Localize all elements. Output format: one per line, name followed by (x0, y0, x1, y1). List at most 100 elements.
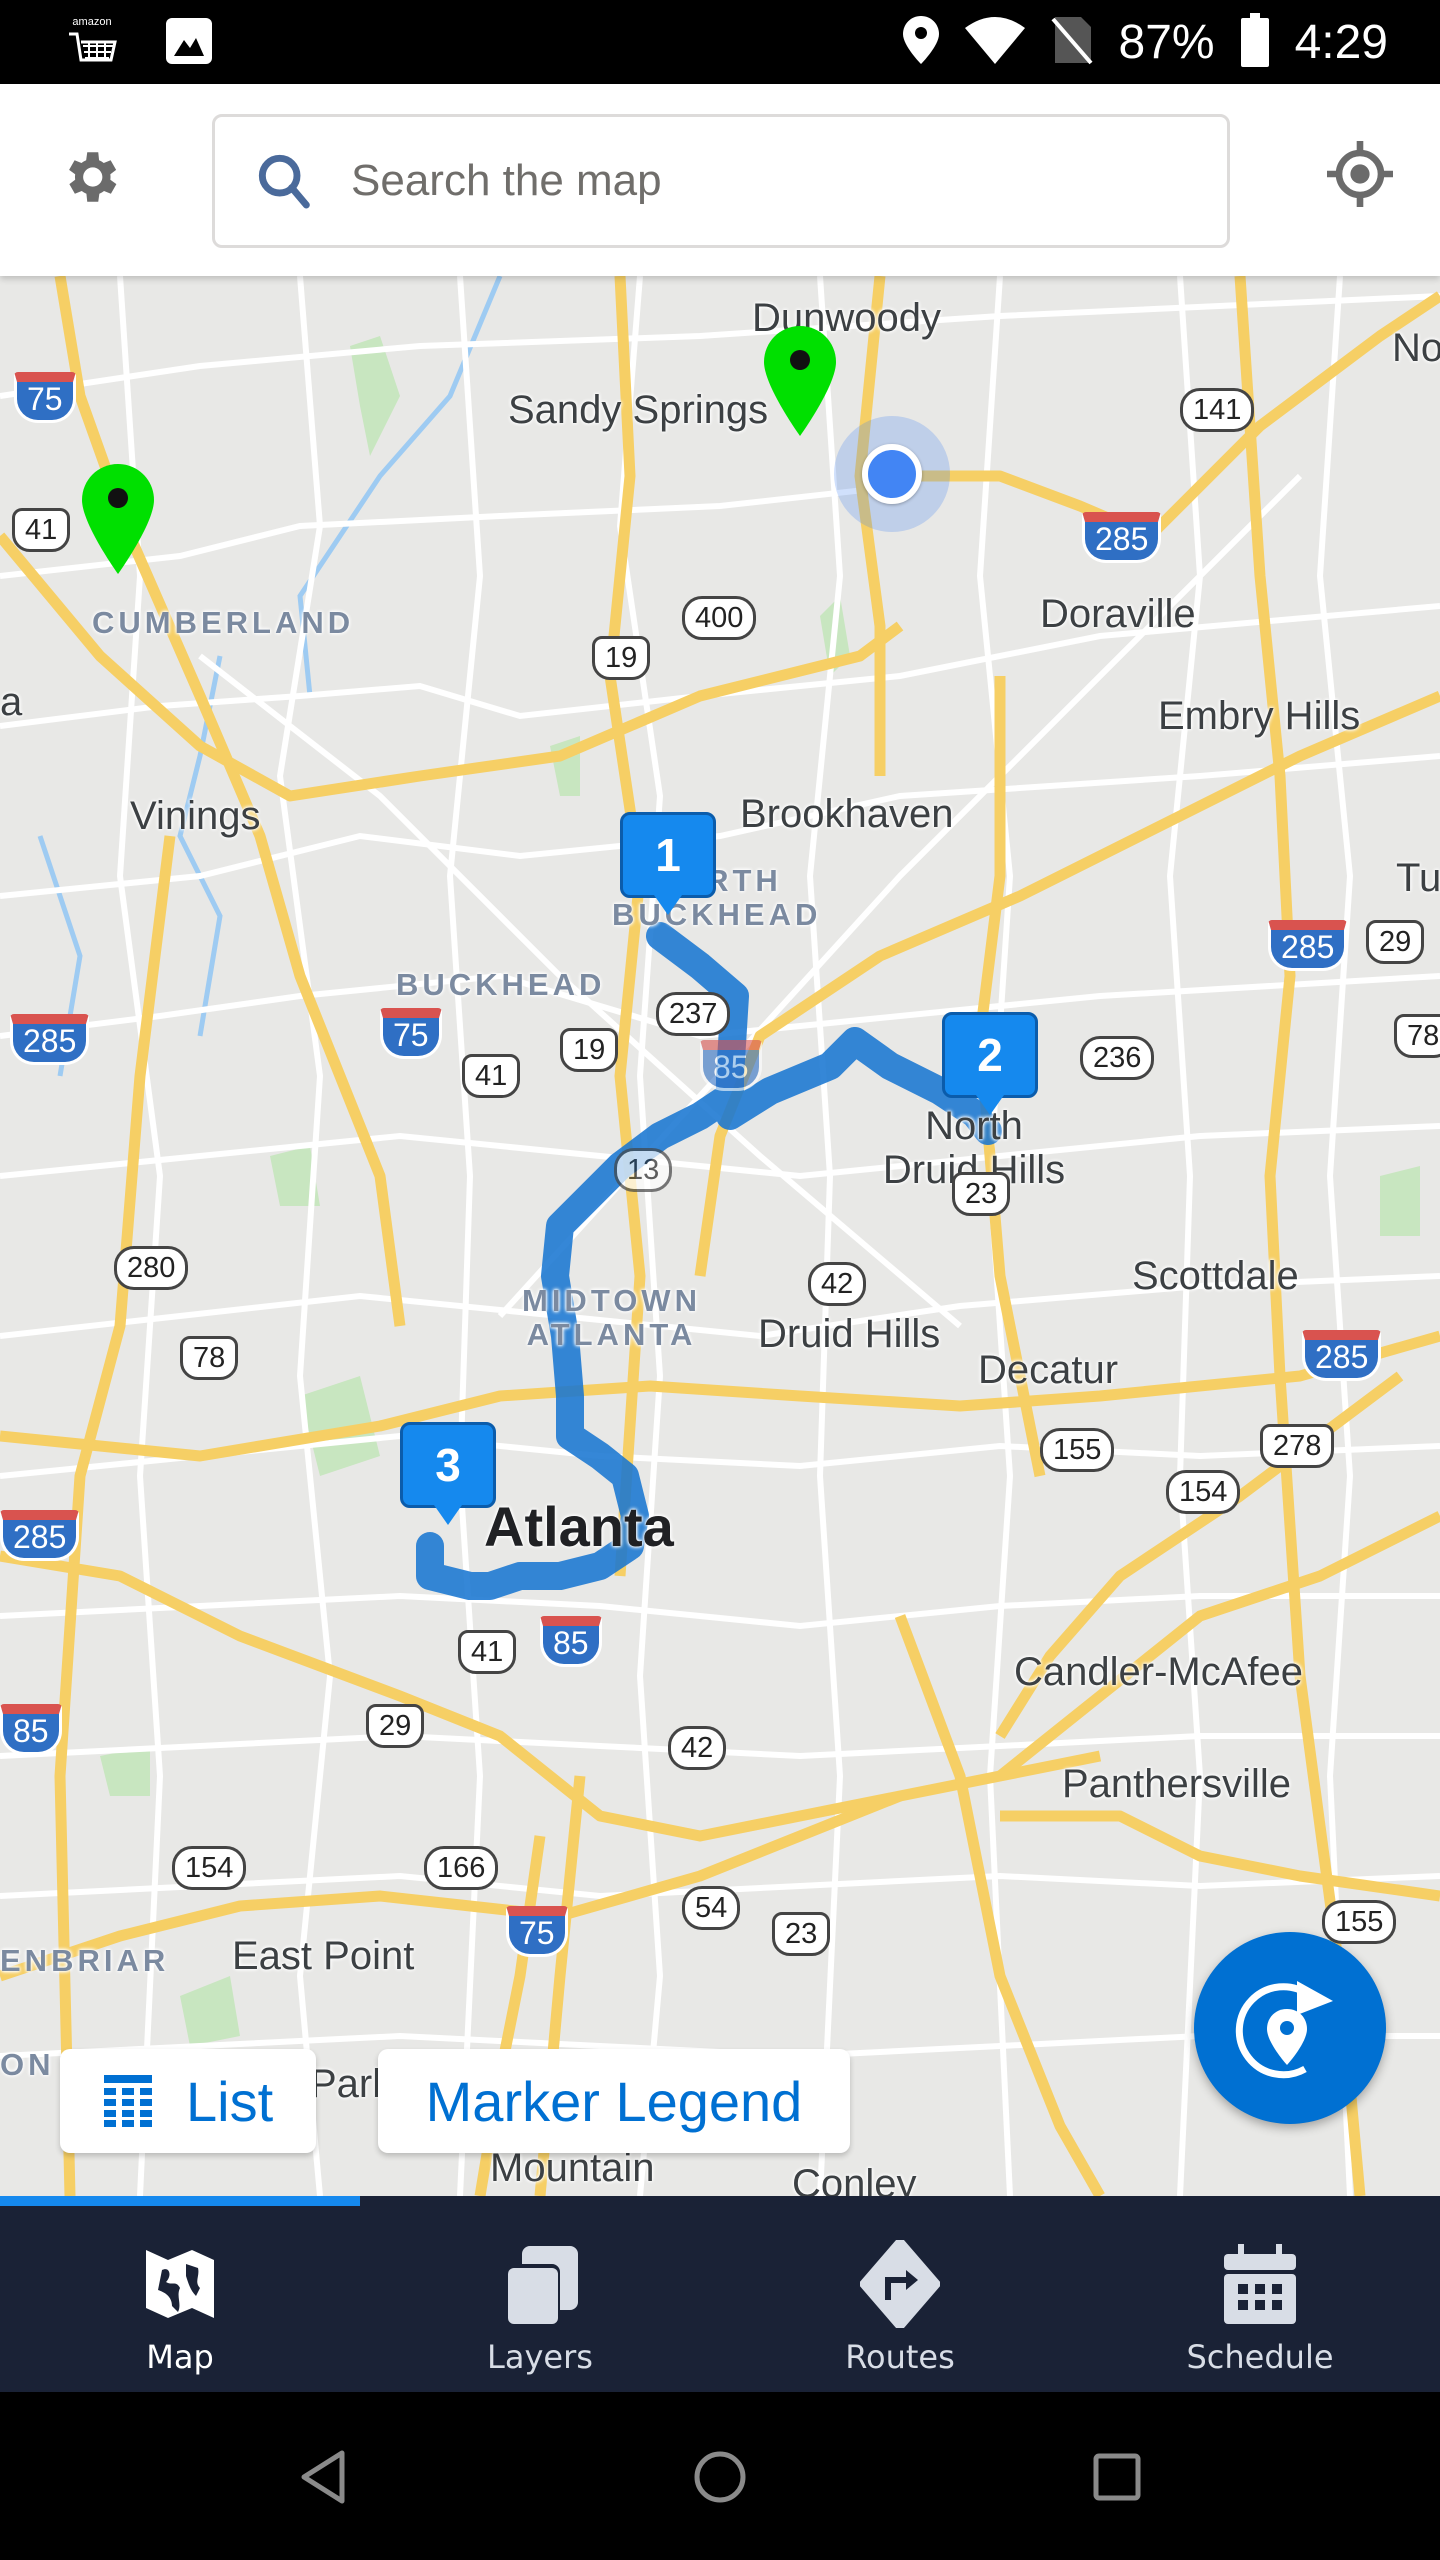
label-east-point: East Point (232, 1934, 415, 1978)
label-panthersville: Panthersville (1062, 1762, 1292, 1806)
shield-ga154: 154 (172, 1846, 247, 1890)
search-icon (258, 154, 310, 209)
label-norcross-edge: No (1392, 326, 1440, 370)
label-midtown-atlanta: MIDTOWN ATLANTA (522, 1283, 701, 1352)
shield-ga13: 13 (614, 1148, 673, 1192)
shield-ga141: 141 (1180, 388, 1255, 432)
label-vinings: Vinings (130, 794, 261, 838)
back-icon (301, 2450, 345, 2504)
shield-ga236: 236 (1080, 1036, 1155, 1080)
shield-us41: 41 (458, 1630, 517, 1674)
shield-us278: 278 (1260, 1424, 1335, 1468)
shield-ga154: 154 (1166, 1470, 1241, 1514)
shield-i85: 85 (700, 1040, 762, 1091)
label-cumberland: CUMBERLAND (92, 605, 355, 640)
tab-label: Layers (487, 2338, 593, 2376)
route-location-refresh-icon (1235, 1981, 1333, 2079)
label-glenbriar: ENBRIAR (0, 1943, 170, 1978)
clock: 4:29 (1294, 15, 1388, 69)
label-druid-hills: Druid Hills (758, 1312, 941, 1356)
tab-map[interactable]: Map (0, 2206, 360, 2392)
active-tab-indicator (0, 2196, 360, 2206)
route-marker-3[interactable]: 3 (400, 1422, 496, 1534)
system-nav-bar (0, 2392, 1440, 2560)
route-marker-number: 1 (620, 812, 716, 898)
label-sandy-springs: Sandy Springs (508, 388, 769, 432)
location-icon (902, 16, 939, 68)
marker-legend-button[interactable]: Marker Legend (378, 2049, 850, 2153)
shield-ga155: 155 (1040, 1428, 1115, 1472)
route-marker-1[interactable]: 1 (620, 812, 716, 924)
locate-me-button[interactable] (1320, 134, 1400, 214)
recents-icon (1093, 2453, 1141, 2501)
search-input[interactable] (351, 156, 1151, 206)
shield-us41: 41 (12, 508, 71, 552)
label-atlanta: Atlanta (484, 1495, 674, 1558)
shield-us78: 78 (180, 1336, 239, 1380)
tab-routes[interactable]: Routes (720, 2206, 1080, 2392)
shield-i285: 285 (0, 1510, 80, 1561)
optimize-route-button[interactable] (1194, 1932, 1386, 2124)
shield-ga280: 280 (114, 1246, 189, 1290)
shield-us29: 29 (1366, 920, 1425, 964)
shield-i285: 285 (1082, 512, 1162, 563)
app-screen: amazon 87% 4:29 Search the map Dunwoody … (0, 0, 1440, 2560)
tab-label: Map (146, 2338, 214, 2376)
shield-us41: 41 (462, 1054, 521, 1098)
label-doraville: Doraville (1040, 592, 1196, 636)
layers-icon (500, 2244, 580, 2324)
image-icon (166, 18, 212, 68)
shield-i75: 75 (14, 372, 76, 423)
rivers (37, 276, 503, 1077)
shield-ga42: 42 (808, 1262, 867, 1306)
routes-icon (860, 2240, 940, 2328)
status-bar: amazon 87% 4:29 (0, 0, 1440, 84)
marker-legend-label: Marker Legend (425, 2069, 803, 2133)
green-location-pin[interactable] (764, 326, 836, 436)
tab-schedule[interactable]: Schedule (1080, 2206, 1440, 2392)
label-tucker-edge: Tu (1396, 856, 1440, 900)
label-edge-on: ON (0, 2047, 55, 2082)
shield-i85: 85 (540, 1616, 602, 1667)
shield-us78: 78 (1394, 1014, 1440, 1058)
shield-us19: 19 (560, 1028, 619, 1072)
label-embry-hills: Embry Hills (1158, 694, 1361, 738)
amazon-shopping-icon: amazon (64, 16, 120, 70)
shield-i285: 285 (1302, 1330, 1382, 1381)
crosshair-icon (1327, 141, 1393, 207)
route-marker-number: 3 (400, 1422, 496, 1508)
shield-ga237: 237 (656, 992, 731, 1036)
tab-layers[interactable]: Layers (360, 2206, 720, 2392)
route-marker-2[interactable]: 2 (942, 1012, 1038, 1124)
green-location-pin[interactable] (82, 464, 154, 574)
wifi-icon (964, 16, 1025, 68)
label-edge-a: a (0, 680, 23, 724)
shield-us19: 19 (592, 636, 651, 680)
no-sim-icon (1050, 15, 1093, 69)
shield-ga400: 400 (682, 596, 757, 640)
route-marker-number: 2 (942, 1012, 1038, 1098)
map-header (0, 84, 1440, 276)
battery-percent: 87% (1118, 15, 1215, 69)
current-location-dot (834, 416, 950, 532)
calendar-icon (1220, 2244, 1300, 2324)
settings-button[interactable] (52, 139, 128, 215)
tab-label: Routes (845, 2338, 955, 2376)
list-button-label: List (186, 2069, 274, 2133)
recents-button[interactable] (1072, 2432, 1162, 2522)
amazon-wordmark: amazon (72, 16, 112, 28)
label-buckhead: BUCKHEAD (396, 967, 606, 1002)
back-button[interactable] (278, 2432, 368, 2522)
list-button[interactable]: List (60, 2049, 316, 2153)
bottom-tab-bar: Map Layers Routes Schedule (0, 2196, 1440, 2392)
table-grid-icon (104, 2075, 152, 2127)
map-canvas[interactable]: Dunwoody Sandy Springs CUMBERLAND Doravi… (0, 276, 1440, 2196)
battery-icon (1240, 13, 1269, 71)
tab-label: Schedule (1186, 2338, 1334, 2376)
label-scottdale: Scottdale (1132, 1254, 1299, 1298)
search-box[interactable] (212, 114, 1230, 248)
shield-us23: 23 (772, 1912, 831, 1956)
home-button[interactable] (675, 2432, 765, 2522)
shield-ga155: 155 (1322, 1900, 1397, 1944)
shield-i285: 285 (10, 1014, 90, 1065)
